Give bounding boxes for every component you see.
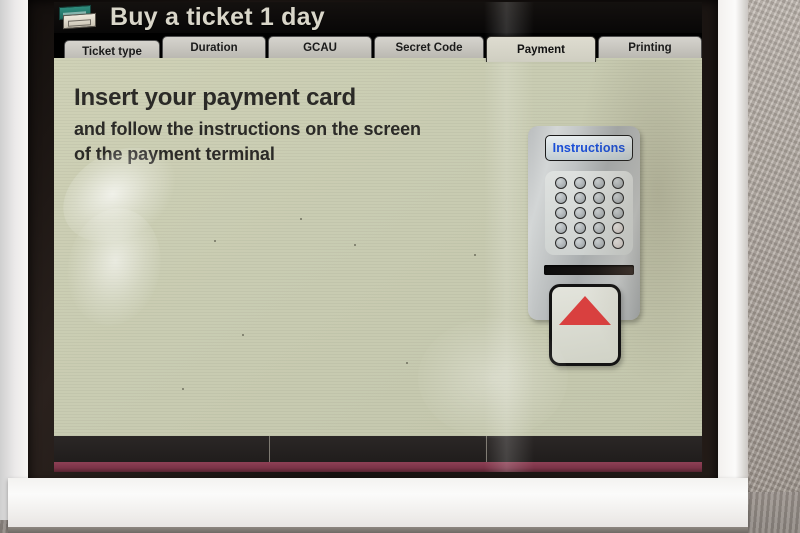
tab-label: Printing bbox=[628, 42, 672, 54]
instruction-line-1: and follow the instructions on the scree… bbox=[74, 119, 421, 139]
terminal-keypad bbox=[545, 171, 633, 255]
keypad-key bbox=[554, 192, 567, 205]
tab-label: Secret Code bbox=[395, 42, 463, 54]
keypad-key bbox=[573, 221, 586, 234]
accent-bar bbox=[54, 462, 702, 472]
tab-label: GCAU bbox=[303, 42, 337, 54]
instruction-line-2: of the payment terminal bbox=[74, 144, 275, 164]
keypad-key bbox=[573, 206, 586, 219]
tab-label: Duration bbox=[190, 42, 238, 54]
keypad-key bbox=[592, 236, 605, 249]
up-arrow-icon bbox=[559, 296, 611, 325]
keypad-key bbox=[554, 236, 567, 249]
keypad-key bbox=[592, 192, 605, 205]
tab-secret-code[interactable]: Secret Code bbox=[374, 36, 484, 59]
softkey-bar bbox=[54, 436, 702, 462]
kiosk-screen: Buy a ticket 1 day Ticket type Duration … bbox=[54, 2, 702, 472]
keypad-key bbox=[592, 177, 605, 190]
content-panel: Insert your payment card and follow the … bbox=[54, 58, 702, 436]
softkey-right[interactable] bbox=[487, 436, 702, 462]
card-slot-icon bbox=[544, 265, 634, 275]
keypad-key bbox=[554, 206, 567, 219]
keypad-key bbox=[611, 177, 624, 190]
tab-payment[interactable]: Payment bbox=[486, 36, 596, 62]
keypad-key bbox=[573, 236, 586, 249]
terminal-display-label: Instructions bbox=[552, 141, 626, 155]
keypad-key bbox=[611, 236, 624, 249]
keypad-key bbox=[554, 177, 567, 190]
keypad-key bbox=[592, 206, 605, 219]
keypad-key bbox=[592, 221, 605, 234]
tab-duration[interactable]: Duration bbox=[162, 36, 266, 59]
softkey-left[interactable] bbox=[54, 436, 271, 462]
wall-texture-right bbox=[742, 0, 800, 533]
ticket-stack-icon bbox=[57, 4, 101, 31]
keypad-key bbox=[611, 221, 624, 234]
tab-label: Payment bbox=[517, 43, 565, 56]
keypad-key bbox=[554, 221, 567, 234]
terminal-display: Instructions bbox=[545, 135, 633, 161]
window-sill bbox=[8, 478, 748, 533]
page-title: Buy a ticket 1 day bbox=[110, 3, 325, 31]
kiosk-scene: Buy a ticket 1 day Ticket type Duration … bbox=[0, 0, 800, 533]
payment-terminal-illustration: Instructions bbox=[518, 126, 658, 368]
payment-card-icon bbox=[549, 284, 621, 366]
keypad-key bbox=[611, 206, 624, 219]
softkey-center[interactable] bbox=[270, 436, 487, 462]
tab-printing[interactable]: Printing bbox=[598, 36, 702, 59]
tab-gcau[interactable]: GCAU bbox=[268, 36, 372, 59]
keypad-key bbox=[611, 192, 624, 205]
tab-label: Ticket type bbox=[82, 45, 142, 58]
keypad-key bbox=[573, 177, 586, 190]
tab-strip: Ticket type Duration GCAU Secret Code Pa… bbox=[54, 33, 702, 62]
title-bar: Buy a ticket 1 day bbox=[54, 2, 702, 33]
instruction-headline: Insert your payment card bbox=[74, 84, 356, 111]
keypad-key bbox=[573, 192, 586, 205]
